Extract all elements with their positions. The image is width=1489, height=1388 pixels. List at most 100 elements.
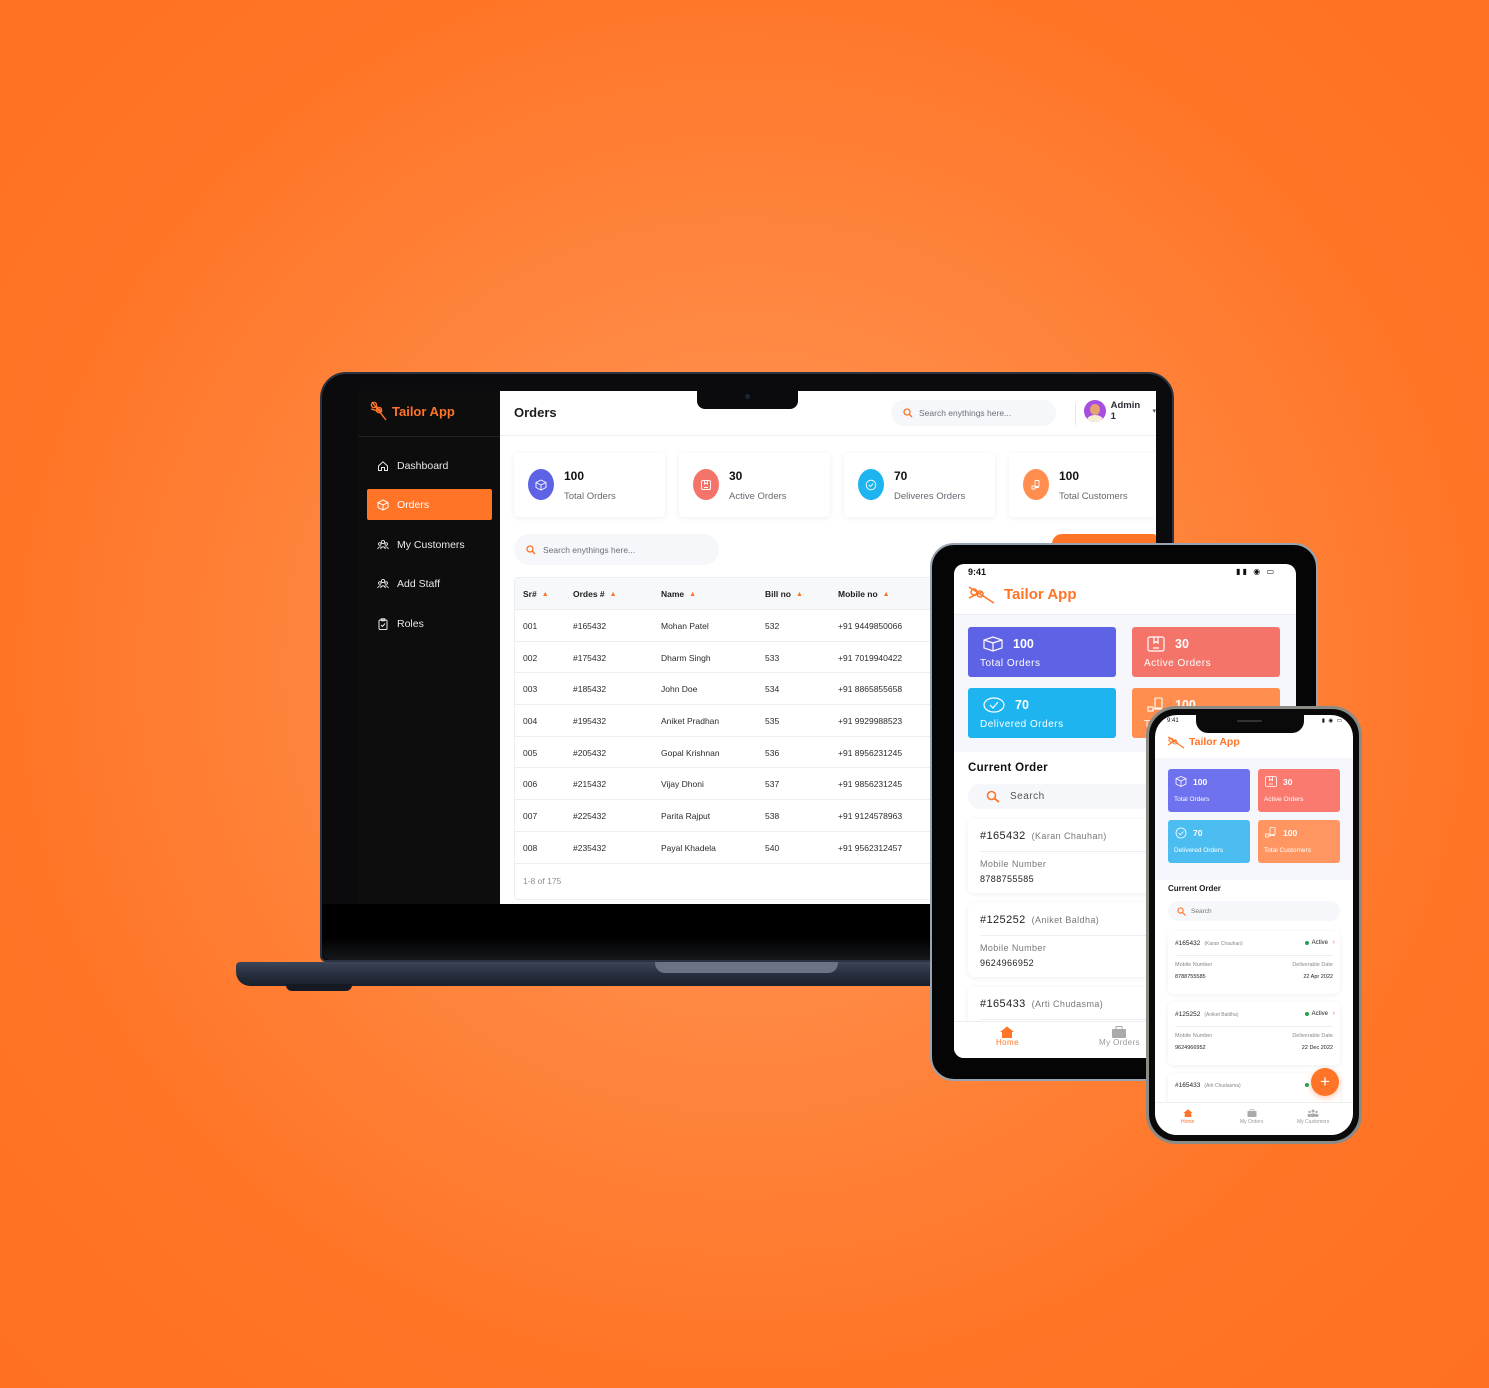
cell-bill: 532 [765, 621, 780, 631]
column-header-mobile[interactable]: Mobile no ▲ [838, 589, 890, 599]
divider [1175, 1026, 1333, 1027]
stat-card-total-orders[interactable]: 100 Total Orders [968, 627, 1116, 677]
customers-icon [1265, 827, 1276, 838]
cell-name: Vijay Dhoni [661, 779, 704, 790]
nav-my-orders[interactable]: My Orders [1240, 1109, 1263, 1125]
customer-name: (Karan Chauhan) [1204, 941, 1243, 947]
sidebar-divider [358, 436, 500, 437]
add-order-fab[interactable]: + [1311, 1068, 1339, 1096]
cell-bill: 534 [765, 684, 780, 695]
order-card[interactable]: #165432 (Karan Chauhan) Mobile Number 878… [968, 819, 1168, 893]
stat-card-active-orders[interactable]: 30 Active Orders [1258, 769, 1340, 812]
order-card[interactable]: #165432 (Karan Chauhan) Active › Mobile N… [1168, 931, 1340, 994]
mobile-label: Mobile Number [980, 943, 1047, 953]
check-circle-icon [858, 469, 884, 500]
brand-logo: Tailor App [1167, 735, 1240, 749]
brand-logo[interactable]: Tailor App [370, 401, 455, 421]
column-header-name[interactable]: Name ▲ [661, 589, 696, 599]
column-header-sr[interactable]: Sr# ▲ [523, 589, 549, 599]
cell-name: Dharm Singh [661, 652, 711, 663]
stat-card-total-customers[interactable]: 100 Total Customers [1258, 820, 1340, 863]
home-icon [1000, 1026, 1015, 1038]
phone-notch [1196, 715, 1304, 733]
briefcase-icon [1247, 1109, 1257, 1117]
cell-mobile: +91 9856231245 [838, 779, 903, 790]
cell-bill: 540 [765, 842, 780, 853]
search-placeholder: Search enythings here... [543, 544, 636, 555]
sidebar-item-add-staff[interactable]: Add Staff [367, 568, 492, 599]
stat-value: 100 [1193, 776, 1208, 787]
cell-order-id: #165432 [573, 621, 607, 631]
header-search-input[interactable]: Search enythings here... [891, 400, 1056, 426]
cell-mobile: +91 9449850066 [838, 621, 903, 631]
status-time: 9:41 [968, 567, 987, 577]
status-badge: Active [1304, 940, 1328, 946]
signal-icon: ▮ [1321, 718, 1326, 724]
nav-home[interactable]: Home [996, 1026, 1019, 1047]
order-search-input[interactable]: Search [968, 784, 1168, 809]
mobile-value: 9624966952 [1175, 1045, 1206, 1051]
column-header-order[interactable]: Ordes # ▲ [573, 589, 617, 599]
stat-card-active-orders[interactable]: 30 Active Orders [679, 453, 830, 517]
sort-icon: ▲ [689, 590, 697, 598]
order-card[interactable]: #125252 (Aniket Baldha) Mobile Number 962… [968, 903, 1168, 977]
phone-speaker [1237, 720, 1262, 722]
sort-icon: ▲ [882, 590, 890, 598]
orders-search-input[interactable]: Search enythings here... [514, 534, 719, 565]
scissors-logo-icon [370, 401, 387, 421]
cell-bill: 538 [765, 811, 780, 822]
page-title: Orders [514, 405, 557, 420]
divider [980, 1019, 1160, 1020]
sidebar-item-my-customers[interactable]: My Customers [367, 529, 492, 560]
stat-label: Delivered Orders [980, 719, 1064, 730]
sidebar-item-label: Orders [397, 498, 430, 511]
bookmark-box-icon [1147, 636, 1165, 652]
order-search-input[interactable]: Search [1168, 901, 1340, 921]
stat-card-delivered-orders[interactable]: 70 Delivered Orders [968, 688, 1116, 738]
nav-home[interactable]: Home [1181, 1109, 1194, 1125]
stat-card-total-orders[interactable]: 100 Total Orders [1168, 769, 1250, 812]
order-id: #125252 [1175, 1011, 1201, 1018]
sidebar-item-label: Dashboard [397, 459, 449, 472]
order-id: #165432 [980, 830, 1026, 842]
battery-icon: ▭ [1266, 567, 1276, 576]
stat-card-delivered-orders[interactable]: 70 Deliveres Orders [844, 453, 995, 517]
sidebar-item-roles[interactable]: Roles [367, 608, 492, 639]
cell-sr: 006 [523, 779, 538, 790]
nav-my-orders[interactable]: My Orders [1099, 1026, 1140, 1047]
search-icon [1177, 906, 1186, 916]
sidebar-item-dashboard[interactable]: Dashboard [367, 450, 492, 481]
sort-icon: ▲ [609, 590, 617, 598]
sidebar-item-label: Add Staff [397, 577, 441, 590]
status-dot-icon [1304, 1083, 1309, 1087]
stat-card-total-customers[interactable]: 100 Total Customers [1009, 453, 1156, 517]
stat-value: 100 [1283, 827, 1298, 838]
sidebar-item-orders[interactable]: Orders [367, 489, 492, 520]
stat-card-delivered-orders[interactable]: 70 Delivered Orders [1168, 820, 1250, 863]
user-menu[interactable]: Admin 1 ▾ [1084, 400, 1156, 422]
column-header-bill[interactable]: Bill no ▲ [765, 589, 803, 599]
cell-name: Mohan Patel [661, 621, 709, 631]
order-card[interactable]: #125252 (Aniket Baldha) Active › Mobile N… [1168, 1002, 1340, 1065]
chevron-right-icon[interactable]: › [1333, 939, 1335, 946]
scissors-logo-icon [968, 586, 995, 604]
stat-value: 30 [1283, 776, 1293, 787]
cell-sr: 002 [523, 652, 538, 663]
cell-mobile: +91 9124578963 [838, 811, 903, 822]
stat-label: Total Orders [1174, 796, 1210, 803]
mobile-label: Mobile Number [1175, 962, 1213, 968]
cell-order-id: #175432 [573, 652, 607, 663]
cell-mobile: +91 9562312457 [838, 842, 903, 853]
stat-card-total-orders[interactable]: 100 Total Orders [514, 453, 665, 517]
laptop-foot [286, 984, 352, 991]
phone-app-screen: 9:41 ▮ ◉ ▭ Tailor App 100 Total Orders 3… [1155, 715, 1353, 1135]
box-icon [377, 498, 389, 511]
cell-sr: 001 [523, 621, 538, 631]
stat-card-active-orders[interactable]: 30 Active Orders [1132, 627, 1280, 677]
stat-label: Total Customers [1059, 491, 1128, 502]
nav-my-customers[interactable]: My Customers [1297, 1109, 1329, 1125]
chevron-right-icon[interactable]: › [1333, 1010, 1335, 1017]
cell-name: John Doe [661, 684, 698, 695]
date-value: 22 Dec 2022 [1301, 1045, 1333, 1051]
laptop-hinge-groove [655, 962, 838, 973]
